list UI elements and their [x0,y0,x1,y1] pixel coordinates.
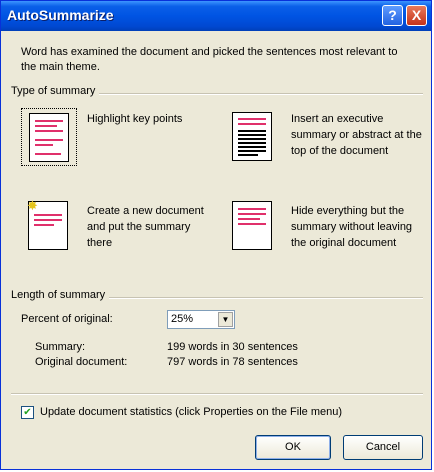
close-icon: X [411,7,422,23]
title-bar[interactable]: AutoSummarize ? X [1,1,431,31]
star-icon: ✸ [27,198,38,213]
original-document-value: 797 words in 78 sentences [167,356,298,368]
new-document-label[interactable]: Create a new document and put the summar… [87,203,217,251]
cancel-button[interactable]: Cancel [343,435,423,460]
executive-summary-document-icon [232,112,272,161]
intro-text: Word has examined the document and picke… [21,46,398,73]
highlighted-document-icon [29,113,69,162]
summary-label: Summary: [35,341,86,353]
percent-of-original-label: Percent of original: [21,313,113,325]
percent-value: 25% [171,313,194,325]
original-document-label: Original document: [35,356,128,368]
hide-everything-label[interactable]: Hide everything but the summary without … [291,203,423,251]
highlight-key-points-label[interactable]: Highlight key points [87,111,207,127]
summary-value: 199 words in 30 sentences [167,341,298,353]
update-statistics-label[interactable]: Update document statistics (click Proper… [40,406,342,418]
new-document-option[interactable]: ✸ [21,197,77,255]
hide-everything-option[interactable] [225,197,281,255]
checkmark-icon: ✔ [23,407,32,418]
update-statistics-checkbox[interactable]: ✔ [21,406,34,419]
executive-summary-label[interactable]: Insert an executive summary or abstract … [291,111,423,159]
executive-summary-option[interactable] [225,108,281,166]
hidden-document-icon [232,201,272,250]
autosummarize-dialog: AutoSummarize ? X Word has examined the … [0,0,432,470]
window-title: AutoSummarize [7,7,114,23]
help-button[interactable]: ? [382,5,403,26]
percent-of-original-dropdown[interactable]: 25% ▼ [167,310,235,329]
chevron-down-icon[interactable]: ▼ [218,312,233,327]
bottom-divider [11,393,423,395]
type-group-label: Type of summary [11,85,100,97]
highlight-key-points-option[interactable] [21,108,77,166]
close-button[interactable]: X [406,5,427,26]
ok-button[interactable]: OK [255,435,331,460]
help-icon: ? [388,7,397,23]
length-group-label: Length of summary [11,289,110,301]
new-document-icon: ✸ [27,198,68,250]
